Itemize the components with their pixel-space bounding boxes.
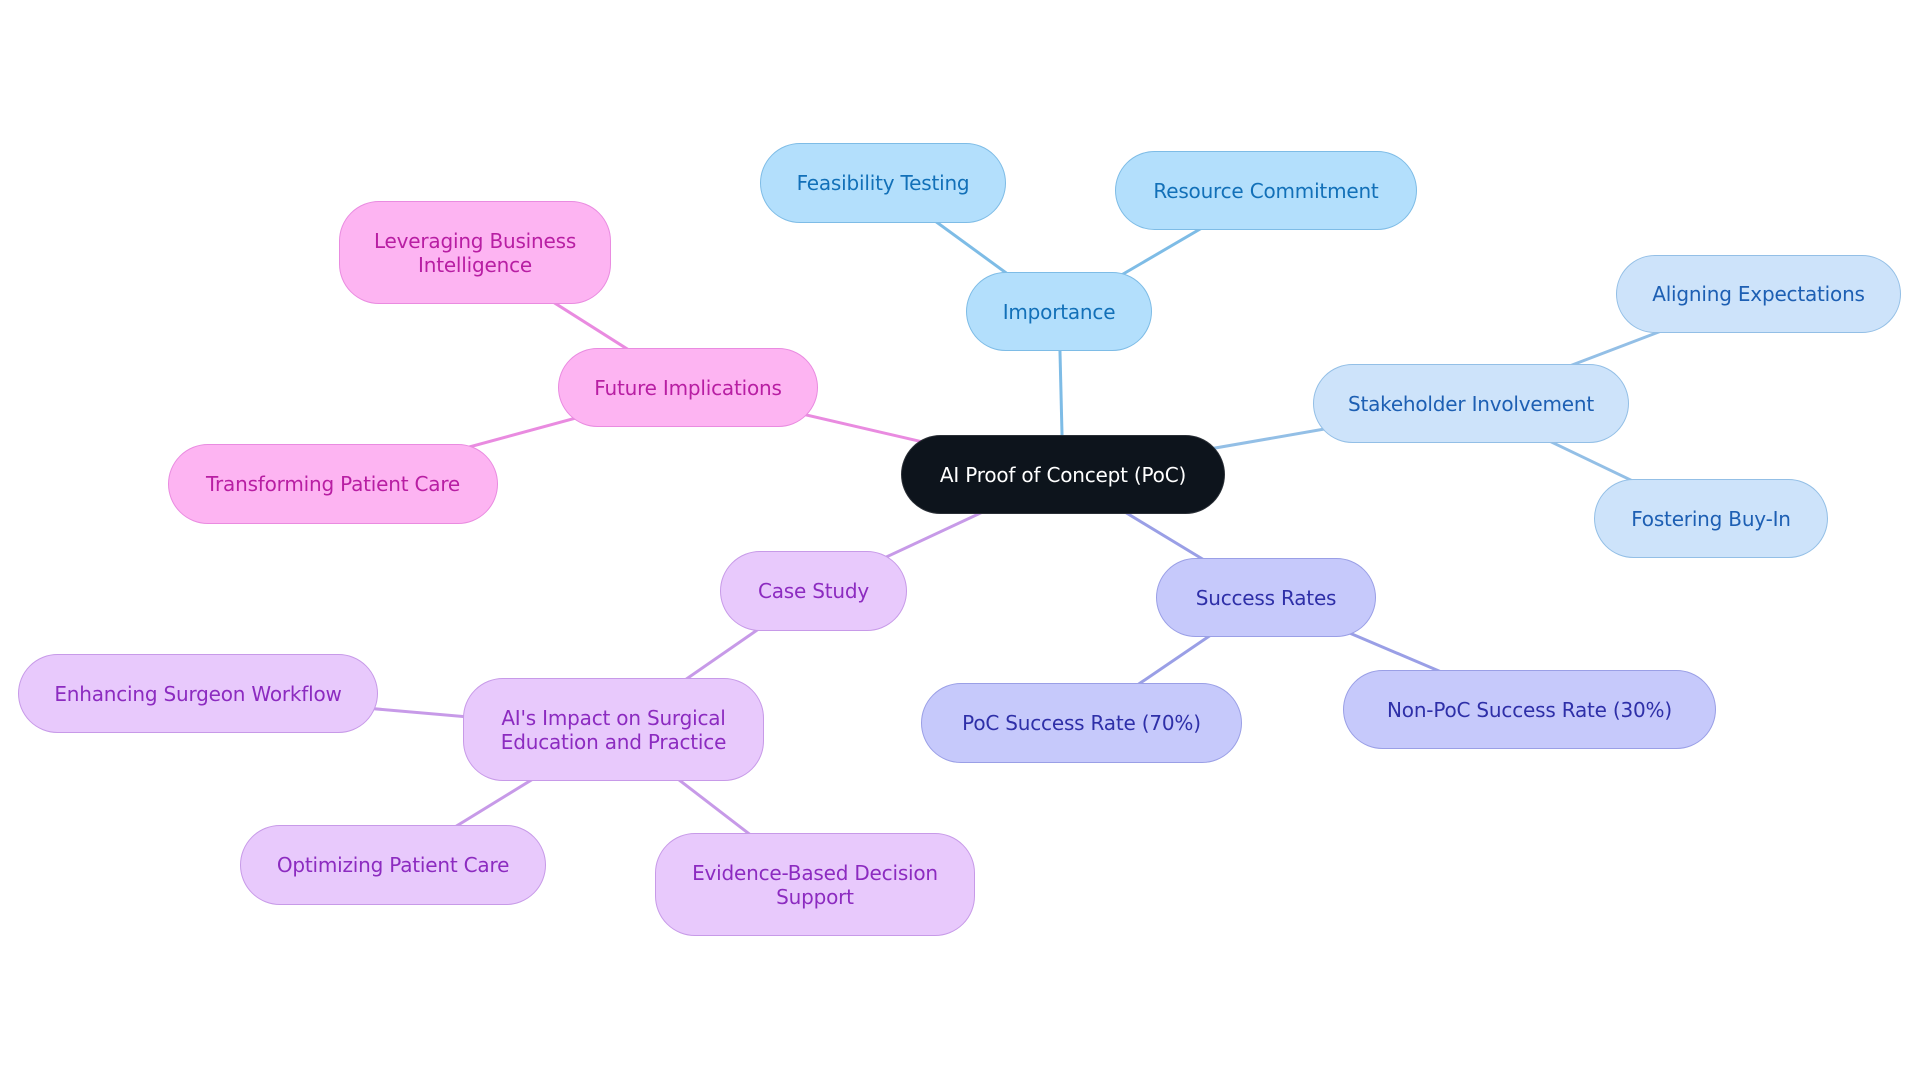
feasibility-testing-label: Feasibility Testing bbox=[796, 171, 970, 195]
enhancing-surgeon-workflow-label: Enhancing Surgeon Workflow bbox=[54, 681, 342, 706]
transforming-patient-care-label: Transforming Patient Care bbox=[205, 472, 461, 496]
ai-impact-label-line-1: AI's Impact on Surgical bbox=[501, 705, 726, 730]
ai-impact-surgical-node[interactable]: AI's Impact on Surgical Education and Pr… bbox=[463, 678, 764, 781]
optimizing-patient-care-node[interactable]: Optimizing Patient Care bbox=[240, 825, 546, 905]
evidence-based-decision-support-node[interactable]: Evidence-Based Decision Support bbox=[655, 833, 975, 936]
leveraging-business-intelligence-node[interactable]: Leveraging Business Intelligence bbox=[339, 201, 611, 304]
transforming-patient-care-node[interactable]: Transforming Patient Care bbox=[168, 444, 498, 524]
case-study-label: Case Study bbox=[757, 579, 870, 603]
resource-commitment-label: Resource Commitment bbox=[1153, 178, 1379, 203]
success-rates-label: Success Rates bbox=[1195, 585, 1337, 610]
aligning-expectations-label: Aligning Expectations bbox=[1652, 282, 1865, 306]
future-implications-node[interactable]: Future Implications bbox=[558, 348, 818, 427]
root-node-label: AI Proof of Concept (PoC) bbox=[939, 462, 1187, 487]
feasibility-testing-node[interactable]: Feasibility Testing bbox=[760, 143, 1006, 223]
importance-node-label: Importance bbox=[1002, 299, 1116, 324]
poc-success-rate-label: PoC Success Rate (70%) bbox=[962, 711, 1201, 735]
future-implications-label: Future Implications bbox=[594, 375, 782, 400]
aligning-expectations-node[interactable]: Aligning Expectations bbox=[1616, 255, 1901, 333]
root-node[interactable]: AI Proof of Concept (PoC) bbox=[901, 435, 1225, 514]
enhancing-surgeon-workflow-node[interactable]: Enhancing Surgeon Workflow bbox=[18, 654, 378, 733]
ai-impact-label-line-2: Education and Practice bbox=[500, 729, 727, 754]
fostering-buy-in-label: Fostering Buy-In bbox=[1631, 506, 1791, 531]
stakeholder-involvement-node[interactable]: Stakeholder Involvement bbox=[1313, 364, 1629, 443]
fostering-buy-in-node[interactable]: Fostering Buy-In bbox=[1594, 479, 1828, 558]
non-poc-success-rate-node[interactable]: Non-PoC Success Rate (30%) bbox=[1343, 670, 1716, 749]
resource-commitment-node[interactable]: Resource Commitment bbox=[1115, 151, 1417, 230]
success-rates-node[interactable]: Success Rates bbox=[1156, 558, 1376, 637]
non-poc-success-rate-label: Non-PoC Success Rate (30%) bbox=[1387, 697, 1672, 722]
evidence-label-line-2: Support bbox=[776, 884, 854, 909]
case-study-node[interactable]: Case Study bbox=[720, 551, 907, 631]
leveraging-label-line-2: Intelligence bbox=[418, 252, 532, 277]
importance-node[interactable]: Importance bbox=[966, 272, 1152, 351]
leveraging-label-line-1: Leveraging Business bbox=[373, 228, 577, 253]
evidence-label-line-1: Evidence-Based Decision bbox=[692, 860, 938, 885]
stakeholder-involvement-label: Stakeholder Involvement bbox=[1347, 391, 1595, 416]
poc-success-rate-node[interactable]: PoC Success Rate (70%) bbox=[921, 683, 1242, 763]
optimizing-patient-care-label: Optimizing Patient Care bbox=[276, 853, 510, 877]
